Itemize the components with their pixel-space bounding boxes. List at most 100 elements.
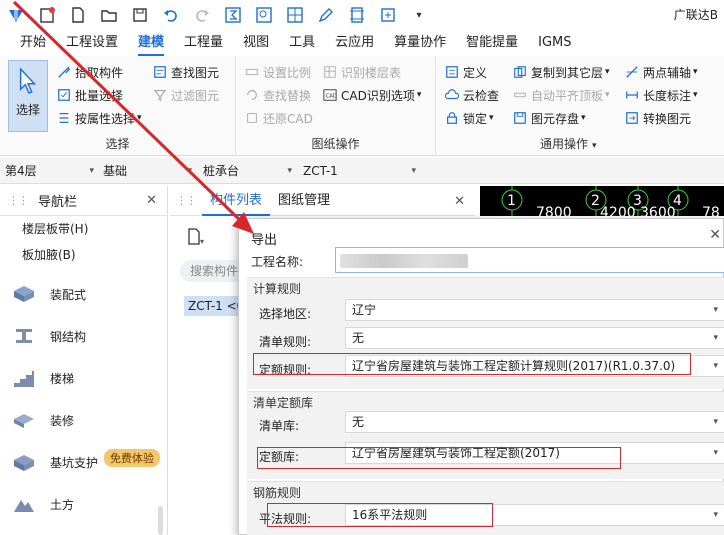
project-name-input[interactable] [335, 247, 724, 273]
replace-icon [244, 87, 260, 103]
nav-item-stairs[interactable]: 楼梯 [0, 360, 160, 396]
cad-icon: CAD [322, 87, 338, 103]
quota-lib-select[interactable]: 辽宁省房屋建筑与装饰工程定额(2017) ▾ [345, 442, 724, 464]
dimension-label: 78 [702, 205, 720, 216]
layer-icon[interactable] [347, 5, 367, 25]
tab-start[interactable]: 开始 [0, 30, 56, 56]
close-icon[interactable]: ✕ [146, 193, 157, 208]
pit-support-icon [14, 455, 34, 471]
lock-button[interactable]: 锁定 ▾ [444, 108, 494, 128]
nav-item-steel[interactable]: 钢结构 [0, 318, 160, 354]
select-group-label: 选择 [105, 137, 130, 151]
tab-modeling[interactable]: 建模 [128, 30, 174, 56]
navigation-panel: ⋮⋮ 导航栏 ✕ 楼层板带(H) 板加腋(B) 装配式 钢结构 楼梯 装修 基坑… [0, 186, 168, 535]
rebar-rules-title: 钢筋规则 [253, 486, 302, 500]
region-label: 选择地区: [259, 307, 312, 321]
save-icon[interactable] [130, 5, 150, 25]
nav-scrollbar[interactable] [158, 506, 163, 535]
app-title: 广联达B [673, 8, 718, 22]
undo-icon[interactable] [161, 5, 181, 25]
bill-lib-label: 清单库: [259, 419, 300, 433]
set-scale-button[interactable]: 设置比例 [244, 62, 311, 82]
batch-select-button[interactable]: 批量选择 [56, 85, 123, 105]
identify-floor-table-button[interactable]: 识别楼层表 [322, 62, 401, 82]
nav-sub-item-floor-strip[interactable]: 楼层板带(H) [0, 216, 167, 242]
dimension-label: 3600 [640, 205, 676, 216]
convert-entity-button[interactable]: 转换图元 [624, 108, 691, 128]
redacted-name [340, 254, 468, 268]
tab-collab[interactable]: 算量协作 [384, 30, 456, 56]
tab-tools[interactable]: 工具 [279, 30, 325, 56]
pick-component-button[interactable]: 拾取构件 [56, 62, 123, 82]
find-icon[interactable] [254, 5, 274, 25]
length-mark-button[interactable]: 长度标注 ▾ [624, 85, 698, 105]
tab-cloud[interactable]: 云应用 [325, 30, 384, 56]
close-icon[interactable]: ✕ [454, 194, 465, 209]
export-icon[interactable] [378, 5, 398, 25]
svg-text:CAD: CAD [326, 94, 337, 100]
ribbon-tabs: 开始 工程设置 建模 工程量 视图 工具 云应用 算量协作 智能提量 IGMS [0, 30, 724, 56]
component-select[interactable]: ZCT-1 ▾ [300, 161, 420, 181]
more-icon[interactable]: ▾ [409, 5, 429, 25]
select-group: 选择 拾取构件 批量选择 按属性选择 ▾ 查找图元 过滤图元 选择 [0, 56, 236, 156]
copy-icon [512, 64, 528, 80]
table-icon [322, 64, 338, 80]
ribbon: 选择 拾取构件 批量选择 按属性选择 ▾ 查找图元 过滤图元 选择 设置比例 识… [0, 56, 724, 156]
auto-flat-slab-button[interactable]: 自动平齐顶板 ▾ [512, 85, 610, 105]
sum-icon[interactable] [223, 5, 243, 25]
notification-icon[interactable] [37, 5, 57, 25]
tab-quantity[interactable]: 工程量 [174, 30, 233, 56]
dimension-label: 4200 [600, 205, 636, 216]
region-select[interactable]: 辽宁 ▾ [345, 299, 724, 321]
two-point-axis-button[interactable]: 两点辅轴 ▾ [624, 62, 698, 82]
edit-icon[interactable] [316, 5, 336, 25]
restore-cad-button[interactable]: 还原CAD [244, 108, 313, 128]
category-select[interactable]: 基础 ▾ [100, 161, 196, 181]
define-button[interactable]: 定义 [444, 62, 487, 82]
calc-rules-title: 计算规则 [253, 282, 302, 296]
drag-handle-icon[interactable]: ⋮⋮ [8, 194, 29, 207]
select-by-attribute-button[interactable]: 按属性选择 ▾ [56, 108, 142, 128]
nav-header: ⋮⋮ 导航栏 ✕ [0, 186, 167, 216]
bill-lib-select[interactable]: 无 ▾ [345, 411, 724, 433]
bill-rule-select[interactable]: 无 ▾ [345, 327, 724, 349]
select-button[interactable]: 选择 [8, 60, 48, 132]
free-trial-badge[interactable]: 免费体验 [104, 449, 160, 467]
nav-item-prefab[interactable]: 装配式 [0, 276, 160, 312]
redo-icon[interactable] [192, 5, 212, 25]
grid-icon[interactable] [285, 5, 305, 25]
rebar-rules-section: 钢筋规则 平法规则: 16系平法规则 ▾ [247, 481, 724, 535]
tab-igms[interactable]: IGMS [528, 30, 581, 56]
axis-label: 1 [507, 193, 516, 209]
find-replace-button[interactable]: 查找替换 [244, 85, 311, 105]
tab-view[interactable]: 视图 [233, 30, 279, 56]
nav-item-decoration[interactable]: 装修 [0, 402, 160, 438]
filter-entity-button[interactable]: 过滤图元 [152, 85, 219, 105]
tab-component-list[interactable]: 构件列表 [202, 186, 271, 216]
quota-rule-select[interactable]: 辽宁省房屋建筑与装饰工程定额计算规则(2017)(R1.0.37.0) ▾ [345, 355, 724, 377]
new-file-icon[interactable] [68, 5, 88, 25]
cad-identify-options-button[interactable]: CAD CAD识别选项 ▾ [322, 85, 421, 105]
drawing-canvas[interactable]: 1 2 3 4 7800 4200 3600 78 [480, 186, 724, 216]
close-icon[interactable]: ✕ [709, 227, 721, 243]
flat-rule-select[interactable]: 16系平法规则 ▾ [345, 504, 724, 526]
earthwork-icon [14, 500, 34, 512]
tab-smart-extract[interactable]: 智能提量 [456, 30, 528, 56]
tab-drawing-manage[interactable]: 图纸管理 [270, 186, 338, 216]
new-component-icon[interactable]: ▾ [186, 228, 206, 246]
open-folder-icon[interactable] [99, 5, 119, 25]
drag-handle-icon[interactable]: ⋮⋮ [176, 194, 197, 207]
tab-project-settings[interactable]: 工程设置 [56, 30, 128, 56]
entity-store-button[interactable]: 图元存盘 ▾ [512, 108, 586, 128]
find-entity-button[interactable]: 查找图元 [152, 62, 219, 82]
batch-select-icon [56, 87, 72, 103]
app-logo-icon[interactable] [6, 5, 26, 25]
stairs-icon [14, 371, 34, 387]
drawing-ops-group: 设置比例 识别楼层表 查找替换 CAD CAD识别选项 ▾ 还原CAD 图纸操作 [236, 56, 436, 156]
component-type-select[interactable]: 桩承台 ▾ [200, 161, 296, 181]
floor-select[interactable]: 第4层 ▾ [2, 161, 98, 181]
copy-to-other-floor-button[interactable]: 复制到其它层 ▾ [512, 62, 610, 82]
cloud-check-button[interactable]: 云检查 [444, 85, 499, 105]
nav-sub-item-slab-haunch[interactable]: 板加腋(B) [0, 242, 167, 268]
nav-item-earthwork[interactable]: 土方 [0, 486, 160, 522]
